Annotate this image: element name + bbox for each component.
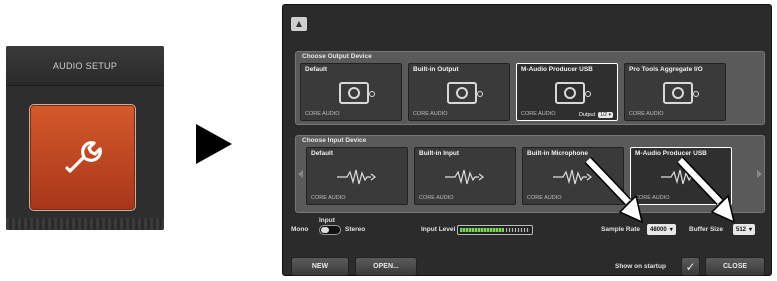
- arrow-to-sample-rate-icon: [584, 156, 644, 224]
- page: AUDIO SETUP Choose Output Device Default…: [0, 0, 777, 281]
- arrow-to-buffer-size-icon: [676, 156, 736, 224]
- annotation-arrows: [584, 156, 736, 224]
